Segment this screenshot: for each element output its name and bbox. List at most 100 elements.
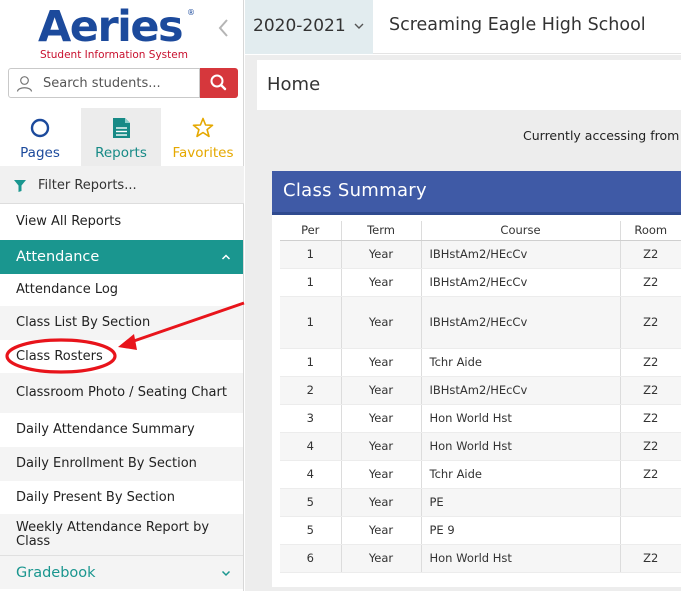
- cell-course: Hon World Hst: [421, 544, 621, 573]
- table-row[interactable]: 2 Year IBHstAm2/HEcCv Z2: [280, 376, 681, 405]
- report-attendance-log[interactable]: Attendance Log: [0, 274, 243, 306]
- chevron-down-icon: [221, 570, 231, 577]
- cell-room: Z2: [620, 296, 681, 349]
- column-header-per[interactable]: Per: [280, 221, 342, 241]
- sidebar: Aeries ® Student Information System Page…: [0, 0, 244, 591]
- search-input[interactable]: [43, 73, 195, 93]
- cell-term: Year: [341, 348, 422, 377]
- table-row[interactable]: 1 Year Tchr Aide Z2: [280, 348, 681, 377]
- column-header-room[interactable]: Room: [620, 221, 681, 241]
- filter-reports-input[interactable]: [38, 175, 228, 195]
- tab-reports-label: Reports: [95, 145, 147, 161]
- filter-icon: [14, 180, 26, 192]
- cell-room: Z2: [620, 268, 681, 297]
- tab-favorites[interactable]: Favorites: [163, 108, 243, 166]
- school-name-selector[interactable]: Screaming Eagle High School: [389, 15, 646, 35]
- search-button[interactable]: [200, 68, 238, 98]
- table-row[interactable]: 1 Year IBHstAm2/HEcCv Z2: [280, 296, 681, 349]
- tab-reports[interactable]: Reports: [81, 108, 161, 166]
- cell-term: Year: [341, 376, 422, 405]
- filter-reports-field[interactable]: [0, 166, 244, 204]
- cell-course: IBHstAm2/HEcCv: [421, 268, 621, 297]
- cell-room: Z2: [620, 432, 681, 461]
- report-daily-enrollment-by-section[interactable]: Daily Enrollment By Section: [0, 447, 243, 481]
- table-row[interactable]: 5 Year PE: [280, 488, 681, 517]
- sidebar-tabs: Pages Reports Favorites: [0, 108, 244, 166]
- student-search-field[interactable]: [8, 68, 200, 98]
- cell-room: Z2: [620, 348, 681, 377]
- report-classroom-photo-seating-chart[interactable]: Classroom Photo / Seating Chart: [0, 373, 243, 413]
- cell-per: 1: [280, 240, 342, 269]
- star-icon: [192, 117, 214, 138]
- cell-course: Hon World Hst: [421, 404, 621, 433]
- cell-per: 4: [280, 432, 342, 461]
- cell-term: Year: [341, 240, 422, 269]
- cell-term: Year: [341, 544, 422, 573]
- table-row[interactable]: 3 Year Hon World Hst Z2: [280, 404, 681, 433]
- class-summary-title: Class Summary: [283, 180, 427, 201]
- cell-term: Year: [341, 432, 422, 461]
- tab-pages-label: Pages: [20, 145, 60, 161]
- main-content: Home Currently accessing from Class Summ…: [245, 55, 681, 591]
- cell-course: PE: [421, 488, 621, 517]
- table-row[interactable]: 1 Year IBHstAm2/HEcCv Z2: [280, 240, 681, 269]
- person-icon: [16, 76, 33, 92]
- cell-room: Z2: [620, 460, 681, 489]
- view-all-reports-link[interactable]: View All Reports: [0, 204, 243, 240]
- table-row[interactable]: 4 Year Tchr Aide Z2: [280, 460, 681, 489]
- search-icon: [210, 74, 227, 91]
- class-summary-card: Class Summary Per Term Course Room 1 Year…: [272, 171, 681, 587]
- section-gradebook-label: Gradebook: [16, 564, 96, 581]
- cell-room: [620, 516, 681, 545]
- table-row[interactable]: 4 Year Hon World Hst Z2: [280, 432, 681, 461]
- tab-pages[interactable]: Pages: [0, 108, 80, 166]
- report-weekly-attendance-report-by-class[interactable]: Weekly Attendance Report by Class: [0, 514, 243, 555]
- cell-per: 1: [280, 268, 342, 297]
- cell-course: Hon World Hst: [421, 432, 621, 461]
- cell-room: Z2: [620, 404, 681, 433]
- cell-per: 5: [280, 488, 342, 517]
- report-daily-attendance-summary[interactable]: Daily Attendance Summary: [0, 413, 243, 447]
- aeries-logo[interactable]: Aeries ® Student Information System: [38, 4, 198, 64]
- cell-term: Year: [341, 296, 422, 349]
- registered-mark: ®: [187, 8, 195, 17]
- cell-room: [620, 488, 681, 517]
- cell-per: 1: [280, 348, 342, 377]
- chevron-up-icon: [221, 254, 231, 260]
- page-title: Home: [267, 74, 321, 95]
- class-summary-table: Per Term Course Room 1 Year IBHstAm2/HEcCv…: [280, 221, 681, 573]
- cell-course: Tchr Aide: [421, 348, 621, 377]
- table-row[interactable]: 6 Year Hon World Hst Z2: [280, 544, 681, 573]
- chevron-left-icon[interactable]: [212, 14, 236, 42]
- column-header-term[interactable]: Term: [341, 221, 422, 241]
- top-bar: 2020-2021 Screaming Eagle High School: [245, 0, 681, 54]
- cell-per: 1: [280, 296, 342, 349]
- report-class-list-by-section[interactable]: Class List By Section: [0, 306, 243, 340]
- page-header: Home: [257, 60, 681, 110]
- section-attendance-label: Attendance: [16, 249, 100, 265]
- accessing-notice: Currently accessing from: [523, 128, 680, 143]
- logo-wordmark: Aeries: [38, 2, 184, 52]
- document-icon: [113, 118, 130, 138]
- table-row[interactable]: 5 Year PE 9: [280, 516, 681, 545]
- section-attendance[interactable]: Attendance: [0, 240, 243, 274]
- circle-icon: [30, 118, 50, 138]
- cell-term: Year: [341, 488, 422, 517]
- column-header-course[interactable]: Course: [421, 221, 621, 241]
- cell-per: 3: [280, 404, 342, 433]
- logo-tagline: Student Information System: [40, 49, 188, 61]
- cell-course: IBHstAm2/HEcCv: [421, 296, 621, 349]
- cell-term: Year: [341, 268, 422, 297]
- school-year-select[interactable]: 2020-2021: [245, 0, 373, 54]
- report-daily-present-by-section[interactable]: Daily Present By Section: [0, 481, 243, 514]
- table-row[interactable]: 1 Year IBHstAm2/HEcCv Z2: [280, 268, 681, 297]
- cell-per: 5: [280, 516, 342, 545]
- class-summary-header: Class Summary: [272, 171, 681, 215]
- report-class-rosters[interactable]: Class Rosters: [0, 340, 243, 373]
- cell-course: Tchr Aide: [421, 460, 621, 489]
- section-gradebook[interactable]: Gradebook: [0, 555, 243, 589]
- tab-favorites-label: Favorites: [172, 145, 234, 161]
- cell-per: 4: [280, 460, 342, 489]
- cell-course: IBHstAm2/HEcCv: [421, 240, 621, 269]
- cell-room: Z2: [620, 376, 681, 405]
